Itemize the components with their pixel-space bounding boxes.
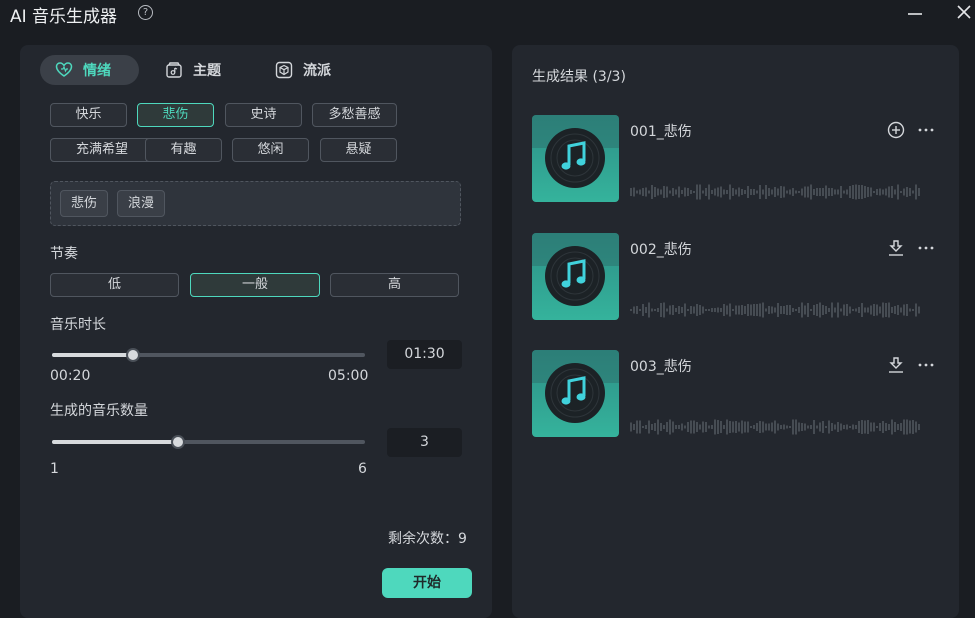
duration-slider-thumb[interactable] (126, 348, 140, 362)
more-icon[interactable] (917, 239, 935, 257)
duration-slider-fill (52, 353, 133, 357)
album-icon (166, 62, 182, 78)
count-slider[interactable] (52, 440, 365, 444)
mood-chip-happy[interactable]: 快乐 (50, 103, 127, 127)
mood-chip-fun[interactable]: 有趣 (145, 138, 222, 162)
waveform[interactable] (630, 418, 920, 436)
download-icon[interactable] (887, 239, 905, 257)
settings-panel: 情绪 主题 流派 快乐 悲伤 史诗 多愁善感 充满希望 有趣 悠闲 悬疑 悲伤 … (20, 45, 492, 618)
result-item[interactable]: 002_悲伤 (532, 233, 942, 323)
results-title: 生成结果 (3/3) (532, 69, 626, 85)
app-title: AI 音乐生成器 (10, 7, 118, 27)
tab-genre[interactable]: 流派 (275, 55, 331, 85)
count-label: 生成的音乐数量 (50, 403, 148, 419)
tempo-option-medium[interactable]: 一般 (190, 273, 320, 297)
more-icon[interactable] (917, 356, 935, 374)
remaining-count: 剩余次数：9 (388, 531, 467, 547)
download-icon[interactable] (887, 356, 905, 374)
waveform[interactable] (630, 301, 920, 319)
heart-icon (55, 62, 73, 77)
track-name: 003_悲伤 (630, 359, 692, 375)
music-note-icon (532, 115, 619, 188)
duration-label: 音乐时长 (50, 317, 106, 333)
close-icon[interactable] (955, 3, 973, 21)
start-button[interactable]: 开始 (382, 568, 472, 598)
mood-chip-epic[interactable]: 史诗 (225, 103, 302, 127)
waveform[interactable] (630, 183, 920, 201)
mood-chip-sad[interactable]: 悲伤 (137, 103, 214, 127)
track-name: 002_悲伤 (630, 242, 692, 258)
count-max: 6 (358, 461, 367, 477)
selected-tag[interactable]: 浪漫 (117, 190, 165, 217)
tab-mood[interactable]: 情绪 (40, 55, 139, 85)
mood-chip-sentimental[interactable]: 多愁善感 (312, 103, 397, 127)
vinyl-thumbnail (532, 233, 619, 320)
music-note-icon (532, 233, 619, 306)
more-icon[interactable] (917, 121, 935, 139)
tempo-option-low[interactable]: 低 (50, 273, 179, 297)
tempo-label: 节奏 (50, 246, 78, 262)
count-value-field[interactable]: 3 (387, 428, 462, 457)
vinyl-thumbnail (532, 350, 619, 437)
title-bar: AI 音乐生成器 ? (0, 0, 975, 30)
tab-theme-label: 主题 (193, 63, 221, 79)
tab-genre-label: 流派 (303, 63, 331, 79)
selected-tag[interactable]: 悲伤 (60, 190, 108, 217)
count-min: 1 (50, 461, 59, 477)
duration-min: 00:20 (50, 368, 91, 384)
mood-chip-leisure[interactable]: 悠闲 (232, 138, 309, 162)
selected-tags-box: 悲伤 浪漫 (50, 181, 461, 226)
mood-chip-hopeful[interactable]: 充满希望 (50, 138, 154, 162)
tab-mood-label: 情绪 (83, 63, 111, 79)
tab-theme[interactable]: 主题 (165, 55, 221, 85)
duration-slider[interactable] (52, 353, 365, 357)
duration-value-field[interactable]: 01:30 (387, 340, 462, 369)
result-item[interactable]: 003_悲伤 (532, 350, 942, 440)
count-slider-thumb[interactable] (171, 435, 185, 449)
tempo-option-high[interactable]: 高 (330, 273, 459, 297)
vinyl-thumbnail (532, 115, 619, 202)
results-panel: 生成结果 (3/3) 001_悲伤 002_悲伤 003_悲伤 (512, 45, 959, 618)
mood-chip-suspense[interactable]: 悬疑 (320, 138, 397, 162)
count-slider-fill (52, 440, 178, 444)
minimize-icon[interactable] (906, 4, 924, 22)
cube-icon (275, 61, 293, 79)
track-name: 001_悲伤 (630, 124, 692, 140)
result-item[interactable]: 001_悲伤 (532, 115, 942, 205)
add-circle-icon[interactable] (887, 121, 905, 139)
question-circle-icon[interactable]: ? (138, 5, 153, 20)
music-note-icon (532, 350, 619, 423)
duration-max: 05:00 (328, 368, 369, 384)
